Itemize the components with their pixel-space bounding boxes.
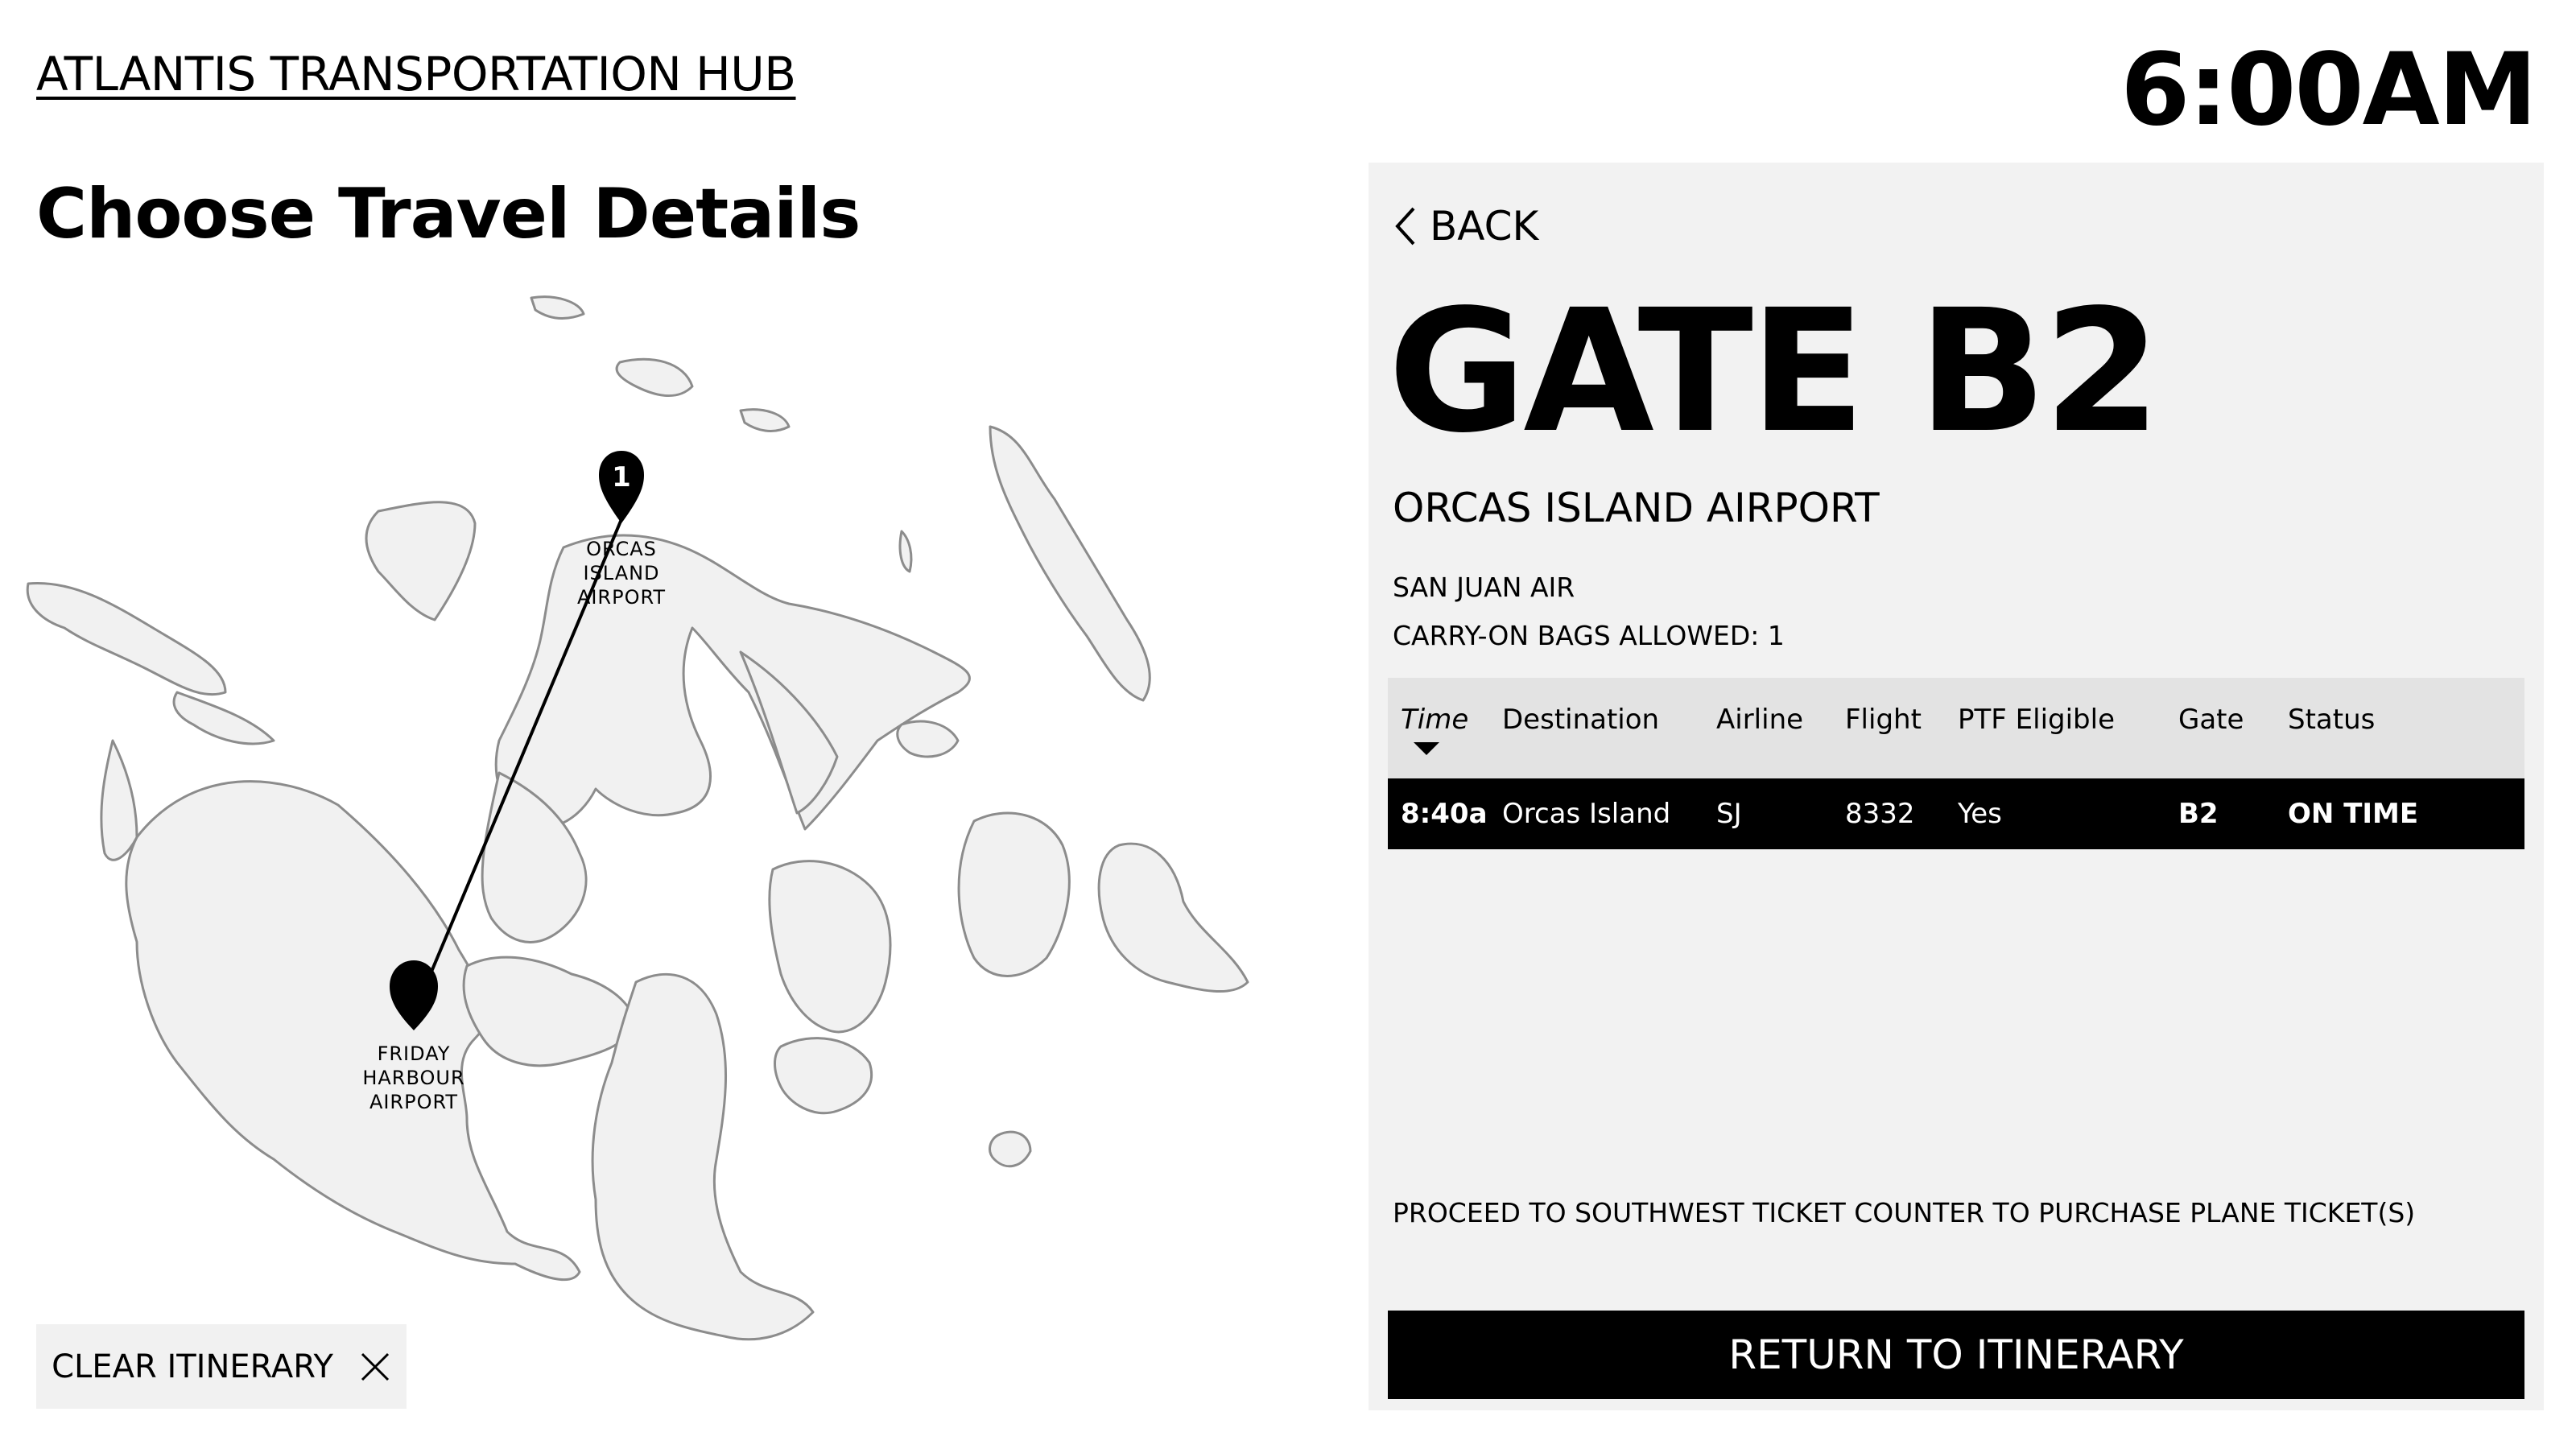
close-icon [361, 1352, 389, 1381]
column-header-time[interactable]: Time [1401, 704, 1468, 736]
island-blakely [896, 720, 960, 758]
island-map[interactable]: 1 ORCAS ISLAND AIRPORT FRIDAY HARBOUR AI… [16, 290, 1344, 1377]
clock: 6:00AM [2120, 32, 2537, 148]
hub-title: ATLANTIS TRANSPORTATION HUB [36, 47, 796, 101]
caret-down-icon[interactable] [1414, 742, 1439, 755]
island-orcas [494, 534, 971, 831]
cell-gate: B2 [2178, 798, 2219, 830]
island-decatur [768, 860, 892, 1034]
pin-label-line: ORCAS [586, 538, 657, 560]
pin-label-line: HARBOUR [362, 1067, 464, 1089]
airport-name: ORCAS ISLAND AIRPORT [1393, 485, 1880, 531]
island-patos [898, 530, 913, 573]
return-label: RETURN TO ITINERARY [1728, 1331, 2184, 1378]
back-button[interactable]: BACK [1393, 203, 1538, 250]
table-row[interactable]: 8:40a Orcas Island SJ 8332 Yes B2 ON TIM… [1388, 778, 2524, 849]
ticket-notice: PROCEED TO SOUTHWEST TICKET COUNTER TO P… [1393, 1197, 2416, 1228]
gate-heading: GATE B2 [1388, 273, 2161, 470]
back-label: BACK [1430, 203, 1539, 250]
island-shaw [462, 956, 638, 1067]
cell-destination: Orcas Island [1502, 798, 1671, 830]
chevron-left-icon [1395, 207, 1415, 246]
page-title: Choose Travel Details [36, 174, 861, 254]
island-west-strip [100, 739, 138, 861]
column-header-status[interactable]: Status [2288, 704, 2375, 736]
island-north-small [530, 295, 585, 320]
pin-label-line: AIRPORT [369, 1091, 458, 1113]
island-cypress [957, 811, 1071, 977]
clear-itinerary-button[interactable]: CLEAR ITINERARY [36, 1324, 407, 1409]
land-masses [26, 295, 1249, 1341]
return-to-itinerary-button[interactable]: RETURN TO ITINERARY [1388, 1311, 2524, 1399]
island-north-sucia [615, 357, 694, 398]
pin-label-line: AIRPORT [577, 586, 666, 609]
island-lopez [591, 972, 815, 1341]
column-header-flight[interactable]: Flight [1845, 704, 1922, 736]
cell-time: 8:40a [1401, 798, 1488, 830]
cell-flight: 8332 [1845, 798, 1915, 830]
flight-table: Time Destination Airline Flight PTF Elig… [1388, 678, 2524, 849]
table-header: Time Destination Airline Flight PTF Elig… [1388, 678, 2524, 778]
clear-itinerary-label: CLEAR ITINERARY [52, 1348, 333, 1385]
island-north-waldron [739, 408, 791, 432]
pin-label-line: ISLAND [583, 562, 659, 584]
island-north-west [365, 501, 477, 621]
airline-name: SAN JUAN AIR [1393, 572, 1575, 603]
cell-airline: SJ [1716, 798, 1742, 830]
island-south-east [774, 1037, 873, 1115]
pin-number: 1 [612, 461, 631, 493]
bag-allowance: CARRY-ON BAGS ALLOWED: 1 [1393, 620, 1785, 651]
island-lummi [989, 425, 1151, 702]
pin-label-line: FRIDAY [378, 1042, 451, 1065]
flight-detail-panel: BACK GATE B2 ORCAS ISLAND AIRPORT SAN JU… [1368, 163, 2544, 1410]
column-header-destination[interactable]: Destination [1502, 704, 1659, 736]
island-south-small [989, 1130, 1032, 1168]
island-guemes [1097, 842, 1249, 993]
island-far-west [26, 581, 227, 696]
column-header-gate[interactable]: Gate [2178, 704, 2244, 736]
island-far-west-small [172, 691, 275, 745]
cell-ptf-eligible: Yes [1958, 798, 2002, 830]
column-header-ptf-eligible[interactable]: PTF Eligible [1958, 704, 2115, 736]
column-header-airline[interactable]: Airline [1716, 704, 1803, 736]
cell-status: ON TIME [2288, 798, 2419, 830]
